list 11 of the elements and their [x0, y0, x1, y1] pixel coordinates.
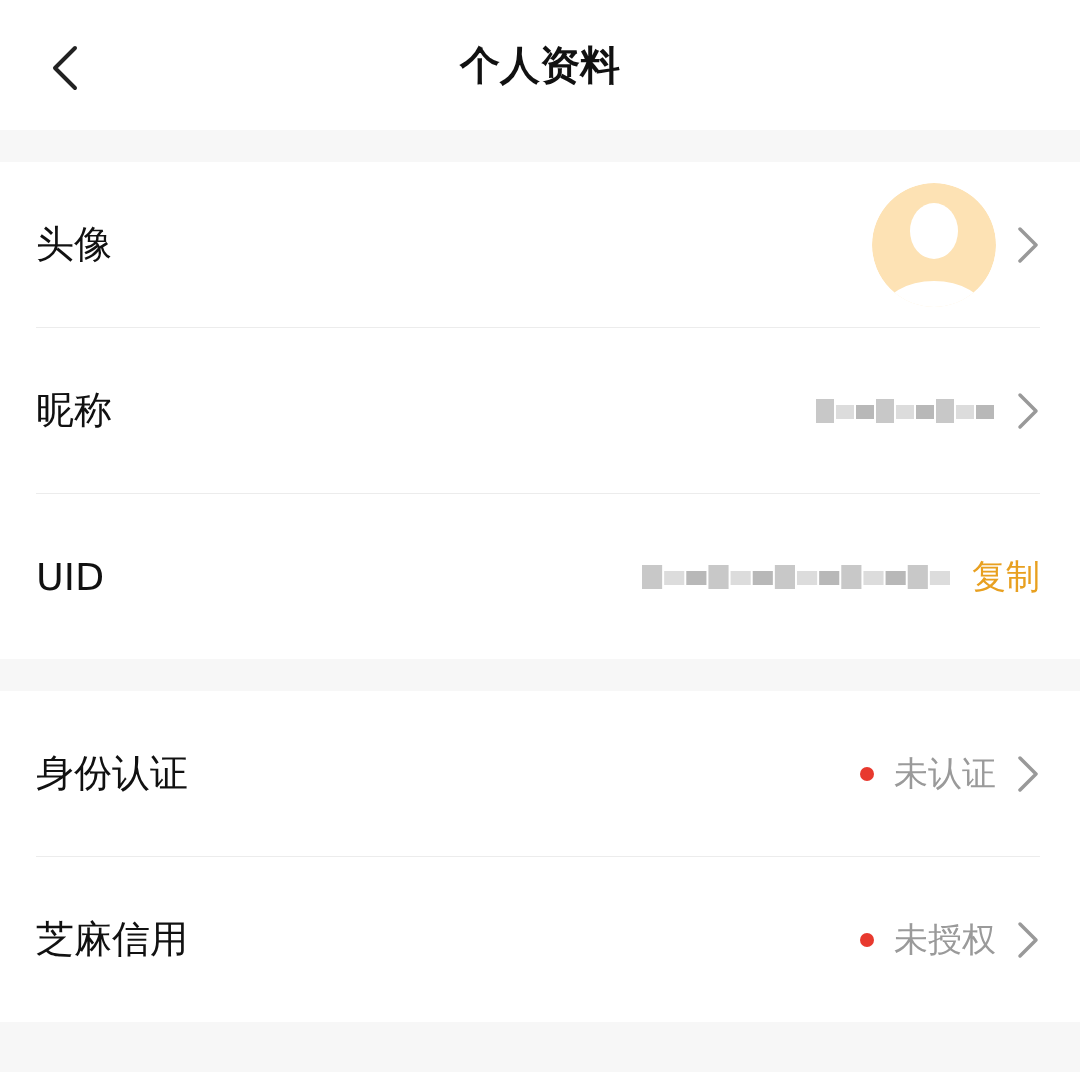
row-label: 芝麻信用 — [36, 916, 189, 963]
page-title: 个人资料 — [460, 40, 620, 90]
copy-button[interactable]: 复制 — [972, 553, 1040, 600]
row-label: 身份认证 — [36, 750, 189, 797]
row-label: 昵称 — [36, 387, 113, 434]
status-text: 未认证 — [894, 751, 996, 795]
status-text: 未授权 — [894, 917, 996, 961]
row-label: UID — [36, 554, 106, 599]
row-label: 头像 — [36, 221, 113, 268]
status-dot — [860, 932, 874, 947]
status-dot — [860, 766, 874, 781]
